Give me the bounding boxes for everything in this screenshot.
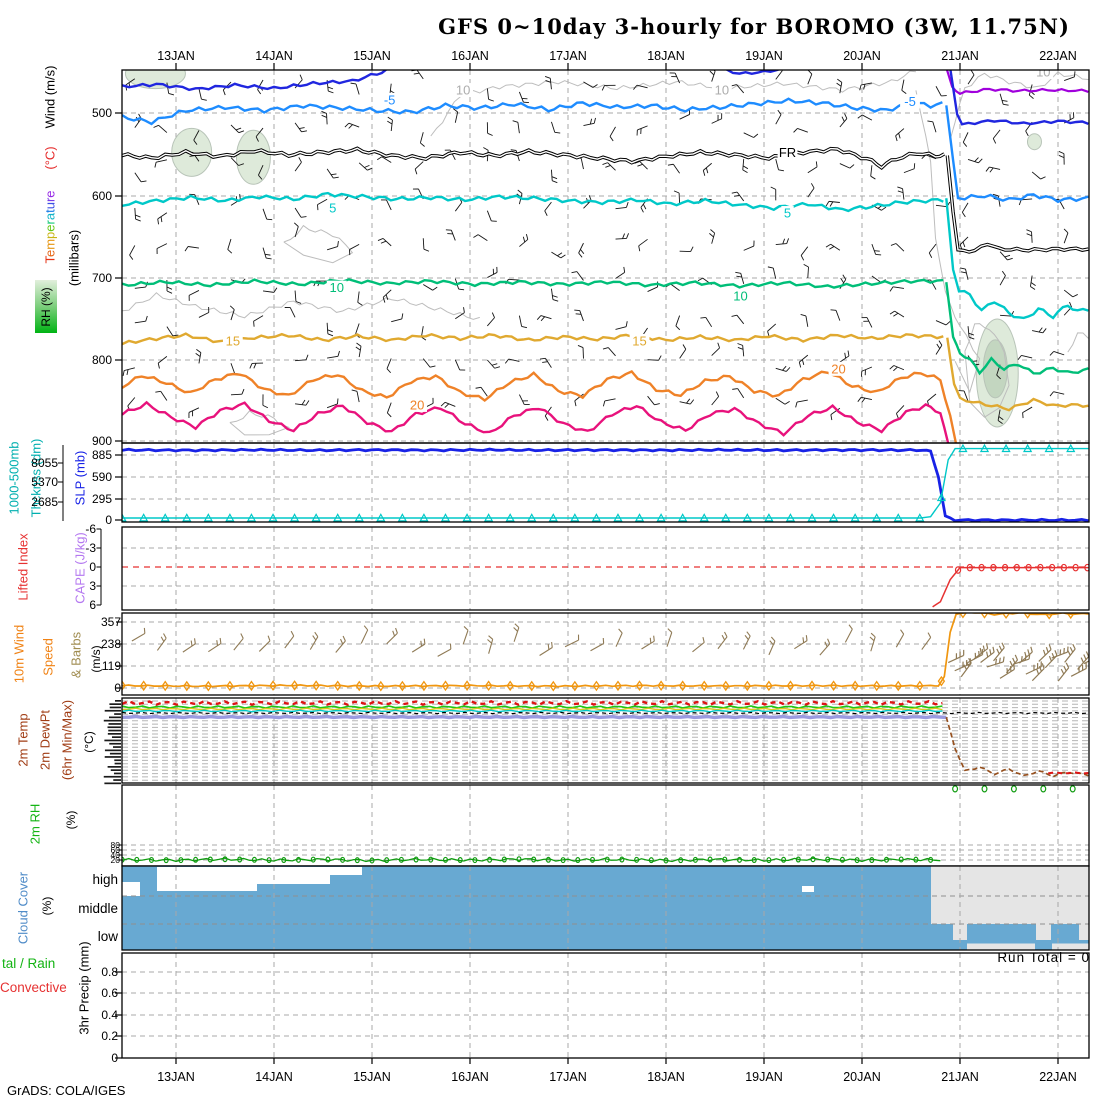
panel-slp [122,443,1089,522]
panel-lifted-index [122,527,1089,610]
svg-text:22JAN: 22JAN [1039,1070,1077,1084]
svg-text:14JAN: 14JAN [255,1070,293,1084]
svg-text:5370: 5370 [31,475,58,489]
svg-text:13JAN: 13JAN [157,49,195,63]
panel-precip [122,953,1089,1058]
svg-text:5: 5 [329,201,336,216]
svg-text:22JAN: 22JAN [1039,49,1077,63]
svg-text:295: 295 [92,492,112,506]
svg-text:0: 0 [105,513,112,527]
svg-text:15JAN: 15JAN [353,1070,391,1084]
svg-text:18JAN: 18JAN [647,49,685,63]
svg-text:500: 500 [92,106,112,120]
svg-text:-5: -5 [904,94,916,109]
svg-text:21JAN: 21JAN [941,49,979,63]
svg-text:17JAN: 17JAN [549,1070,587,1084]
svg-text:20: 20 [831,361,845,376]
svg-text:590: 590 [92,470,112,484]
panel-upper-air: -5 -5 5 5 10 10 15 15 20 20 FR 10 10 10 [122,65,1089,443]
svg-text:10: 10 [733,288,747,303]
svg-text:16JAN: 16JAN [451,49,489,63]
svg-text:20: 20 [410,397,424,412]
svg-text:800: 800 [92,353,112,367]
svg-text:16JAN: 16JAN [451,1070,489,1084]
svg-text:19JAN: 19JAN [745,1070,783,1084]
svg-text:-6: -6 [85,522,96,536]
svg-text:0: 0 [89,560,96,574]
svg-text:15JAN: 15JAN [353,49,391,63]
panel-rh-2m [122,785,1089,866]
panel-temp-2m [122,698,1089,783]
svg-text:15: 15 [226,333,240,348]
svg-text:FR: FR [779,145,796,160]
svg-text:19JAN: 19JAN [745,49,783,63]
meteogram-page: GFS 0~10day 3-hourly for BOROMO (3W, 11.… [0,0,1100,1100]
svg-text:700: 700 [92,271,112,285]
svg-text:3: 3 [89,579,96,593]
svg-text:-5: -5 [384,92,396,107]
svg-text:2685: 2685 [31,495,58,509]
panel-wind-10m [122,613,1089,695]
svg-text:600: 600 [92,189,112,203]
svg-text:6: 6 [89,598,96,612]
svg-text:17JAN: 17JAN [549,49,587,63]
svg-text:14JAN: 14JAN [255,49,293,63]
svg-text:885: 885 [92,448,112,462]
svg-text:5: 5 [784,206,791,221]
svg-text:20JAN: 20JAN [843,1070,881,1084]
svg-text:20JAN: 20JAN [843,49,881,63]
svg-text:10: 10 [456,83,470,98]
svg-text:10: 10 [715,83,729,98]
panel-cloud-cover [122,866,1089,950]
svg-text:18JAN: 18JAN [647,1070,685,1084]
svg-text:-3: -3 [85,541,96,555]
meteogram-canvas: 13JAN 13JAN 14JAN 14JAN 15JAN 15JAN 16JAN 16JAN… [31,49,1090,1084]
svg-text:10: 10 [1036,65,1050,80]
svg-text:8055: 8055 [31,456,58,470]
svg-text:900: 900 [92,434,112,448]
svg-text:10: 10 [329,280,343,295]
svg-text:21JAN: 21JAN [941,1070,979,1084]
svg-text:15: 15 [632,333,646,348]
svg-text:13JAN: 13JAN [157,1070,195,1084]
